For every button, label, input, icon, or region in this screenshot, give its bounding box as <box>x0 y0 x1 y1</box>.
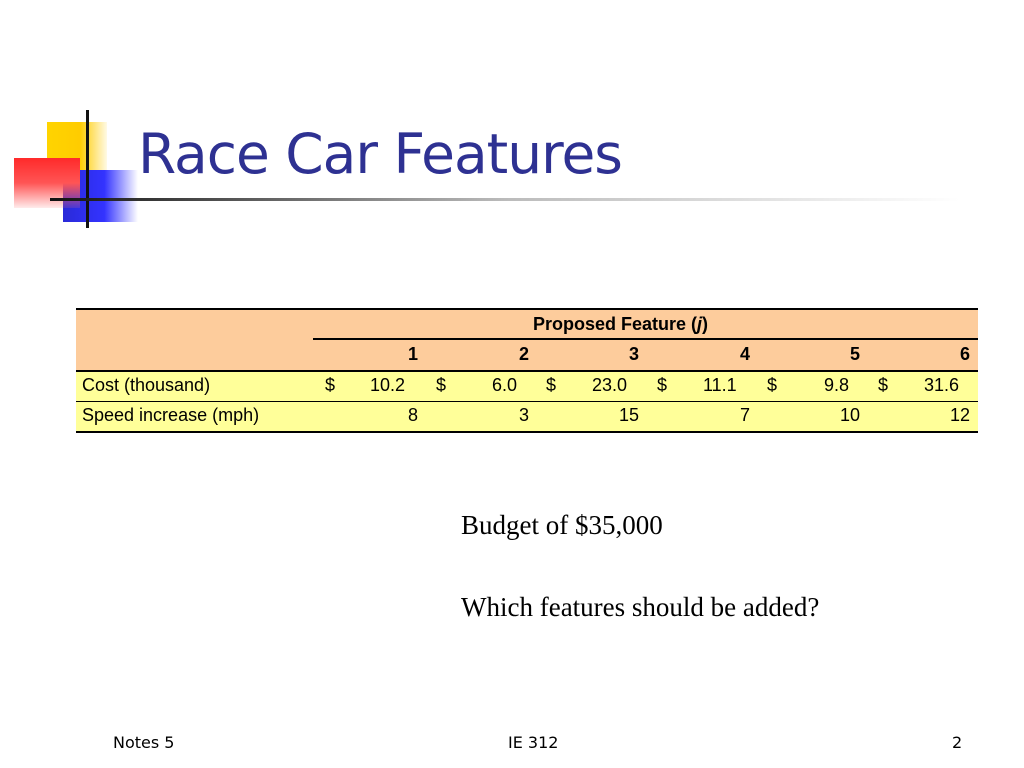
column-header: 2 <box>519 344 530 364</box>
speed-value: 7 <box>740 405 751 425</box>
currency-symbol: $ <box>546 375 557 395</box>
currency-symbol: $ <box>325 375 336 395</box>
cost-value: 9.8 <box>824 375 850 395</box>
cost-value: 6.0 <box>492 375 518 395</box>
page-number: 2 <box>952 733 963 752</box>
budget-text: Budget of $35,000 <box>461 510 663 540</box>
slide-logo-graphic <box>0 0 160 240</box>
cost-value: 10.2 <box>370 375 406 395</box>
cost-value: 23.0 <box>592 375 628 395</box>
row-label: Speed increase (mph) <box>82 405 260 425</box>
currency-symbol: $ <box>767 375 778 395</box>
currency-symbol: $ <box>657 375 668 395</box>
cost-value: 31.6 <box>924 375 960 395</box>
footer-left: Notes 5 <box>113 733 175 752</box>
vertical-rule <box>86 110 89 228</box>
currency-symbol: $ <box>878 375 889 395</box>
slide-title: Race Car Features <box>138 122 623 186</box>
column-header: 5 <box>850 344 861 364</box>
column-header: 6 <box>960 344 971 364</box>
speed-value: 15 <box>619 405 640 425</box>
column-header: 3 <box>629 344 640 364</box>
speed-value: 12 <box>950 405 971 425</box>
cost-value: 11.1 <box>703 375 737 395</box>
currency-symbol: $ <box>436 375 447 395</box>
footer-center: IE 312 <box>508 733 559 752</box>
row-label: Cost (thousand) <box>82 375 211 395</box>
question-text: Which features should be added? <box>461 592 820 622</box>
column-header: 4 <box>740 344 751 364</box>
column-header: 1 <box>408 344 419 364</box>
header-sub-rule <box>313 338 978 340</box>
speed-value: 3 <box>519 405 530 425</box>
speed-value: 10 <box>840 405 861 425</box>
group-header: Proposed Feature (j) <box>533 314 709 334</box>
speed-value: 8 <box>408 405 419 425</box>
title-underline <box>50 198 960 201</box>
